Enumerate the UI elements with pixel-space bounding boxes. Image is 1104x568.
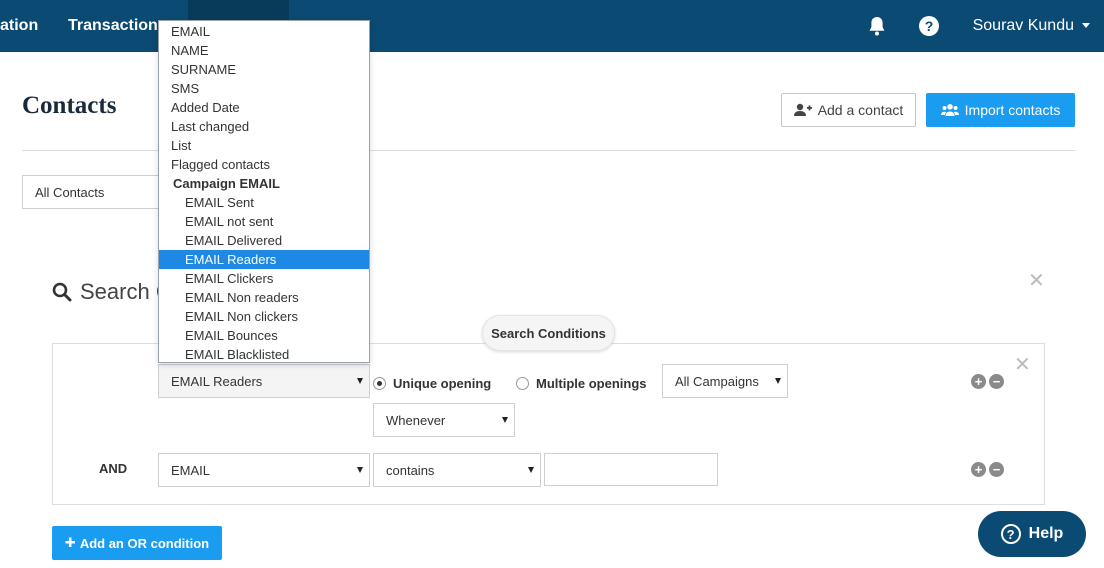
dropdown-option[interactable]: EMAIL (159, 22, 369, 41)
radio-multiple-label: Multiple openings (536, 375, 647, 391)
row2-add-remove: + − (971, 462, 1005, 478)
add-contact-label: Add a contact (817, 102, 904, 118)
dropdown-option[interactable]: EMAIL Readers (159, 250, 369, 269)
chevron-down-icon (357, 467, 363, 473)
dropdown-option[interactable]: EMAIL not sent (159, 212, 369, 231)
dropdown-option[interactable]: SMS (159, 79, 369, 98)
plus-icon: ✚ (64, 535, 76, 550)
dropdown-option[interactable]: EMAIL Blacklisted (159, 345, 369, 362)
dropdown-option[interactable]: EMAIL Bounces (159, 326, 369, 345)
period-select[interactable]: Whenever (373, 403, 515, 437)
add-or-condition-button[interactable]: ✚ Add an OR condition (52, 526, 222, 560)
campaign-select-value: All Campaigns (675, 373, 759, 389)
search-icon (52, 282, 72, 302)
dropdown-option[interactable]: EMAIL Delivered (159, 231, 369, 250)
help-button[interactable]: ? Help (978, 511, 1086, 557)
field-select-row2[interactable]: EMAIL (158, 453, 370, 487)
radio-button[interactable] (516, 376, 529, 390)
contact-list-select-value: All Contacts (35, 184, 105, 200)
question-icon[interactable]: ? (917, 14, 941, 38)
row1-add-remove: + − (971, 374, 1005, 390)
search-conditions-heading: Search C (52, 279, 172, 305)
dropdown-option[interactable]: EMAIL Sent (159, 193, 369, 212)
dropdown-option[interactable]: EMAIL Non clickers (159, 307, 369, 326)
dropdown-option[interactable]: List (159, 136, 369, 155)
dropdown-group-label: Campaign EMAIL (173, 176, 280, 191)
dropdown-option[interactable]: EMAIL Clickers (159, 269, 369, 288)
radio-multiple-openings[interactable]: Multiple openings (516, 372, 647, 394)
nav-link-transactional[interactable]: Transaction (68, 0, 158, 52)
field-select-row2-value: EMAIL (171, 462, 211, 478)
question-icon: ? (1000, 524, 1021, 544)
radio-unique-opening[interactable]: Unique opening (373, 372, 491, 394)
dropdown-option[interactable]: Flagged contacts (159, 155, 369, 174)
bell-icon[interactable] (865, 14, 889, 38)
contact-list-select[interactable]: All Contacts (22, 175, 172, 209)
add-or-label: Add an OR condition (79, 535, 210, 551)
field-dropdown-list: EMAIL NAME SURNAME SMS Added Date Last change… (158, 20, 370, 363)
search-conditions-pill: Search Conditions (482, 315, 615, 351)
import-contacts-label: Import contacts (964, 102, 1061, 118)
dropdown-option[interactable]: NAME (159, 41, 369, 60)
radio-button-selected[interactable] (373, 376, 386, 390)
radio-unique-label: Unique opening (393, 375, 492, 391)
field-select-row1[interactable]: EMAIL Readers (158, 364, 370, 398)
chevron-down-icon (775, 378, 781, 384)
period-select-value: Whenever (386, 412, 446, 428)
chevron-down-icon (357, 378, 363, 384)
campaign-select[interactable]: All Campaigns (662, 364, 788, 398)
close-icon[interactable]: ✕ (1028, 271, 1045, 291)
page-title: Contacts (22, 92, 117, 119)
minus-icon[interactable]: − (989, 374, 1004, 389)
add-user-icon (793, 103, 812, 116)
plus-icon[interactable]: + (971, 374, 986, 389)
condition-value-input[interactable] (544, 453, 718, 486)
svg-text:?: ? (925, 18, 934, 34)
close-icon[interactable]: ✕ (1014, 355, 1031, 375)
dropdown-option[interactable]: SURNAME (159, 60, 369, 79)
user-menu[interactable]: Sourav Kundu (973, 0, 1090, 52)
field-select-row1-value: EMAIL Readers (171, 373, 263, 389)
chevron-down-icon (1082, 23, 1090, 29)
import-contacts-button[interactable]: Import contacts (926, 93, 1075, 127)
nav-link-automation[interactable]: ation (0, 0, 38, 52)
minus-icon[interactable]: − (989, 462, 1004, 477)
help-label: Help (1028, 525, 1064, 542)
and-connector-label: AND (99, 461, 128, 476)
chevron-down-icon (528, 467, 534, 473)
users-icon (940, 104, 959, 116)
user-name: Sourav Kundu (972, 17, 1074, 34)
dropdown-option[interactable]: EMAIL Non readers (159, 288, 369, 307)
chevron-down-icon (502, 417, 508, 423)
operator-select[interactable]: contains (373, 453, 541, 487)
dropdown-option[interactable]: Added Date (159, 98, 369, 117)
dropdown-option[interactable]: Last changed (159, 117, 369, 136)
operator-select-value: contains (386, 462, 435, 478)
plus-icon[interactable]: + (971, 462, 986, 477)
add-contact-button[interactable]: Add a contact (781, 93, 916, 127)
